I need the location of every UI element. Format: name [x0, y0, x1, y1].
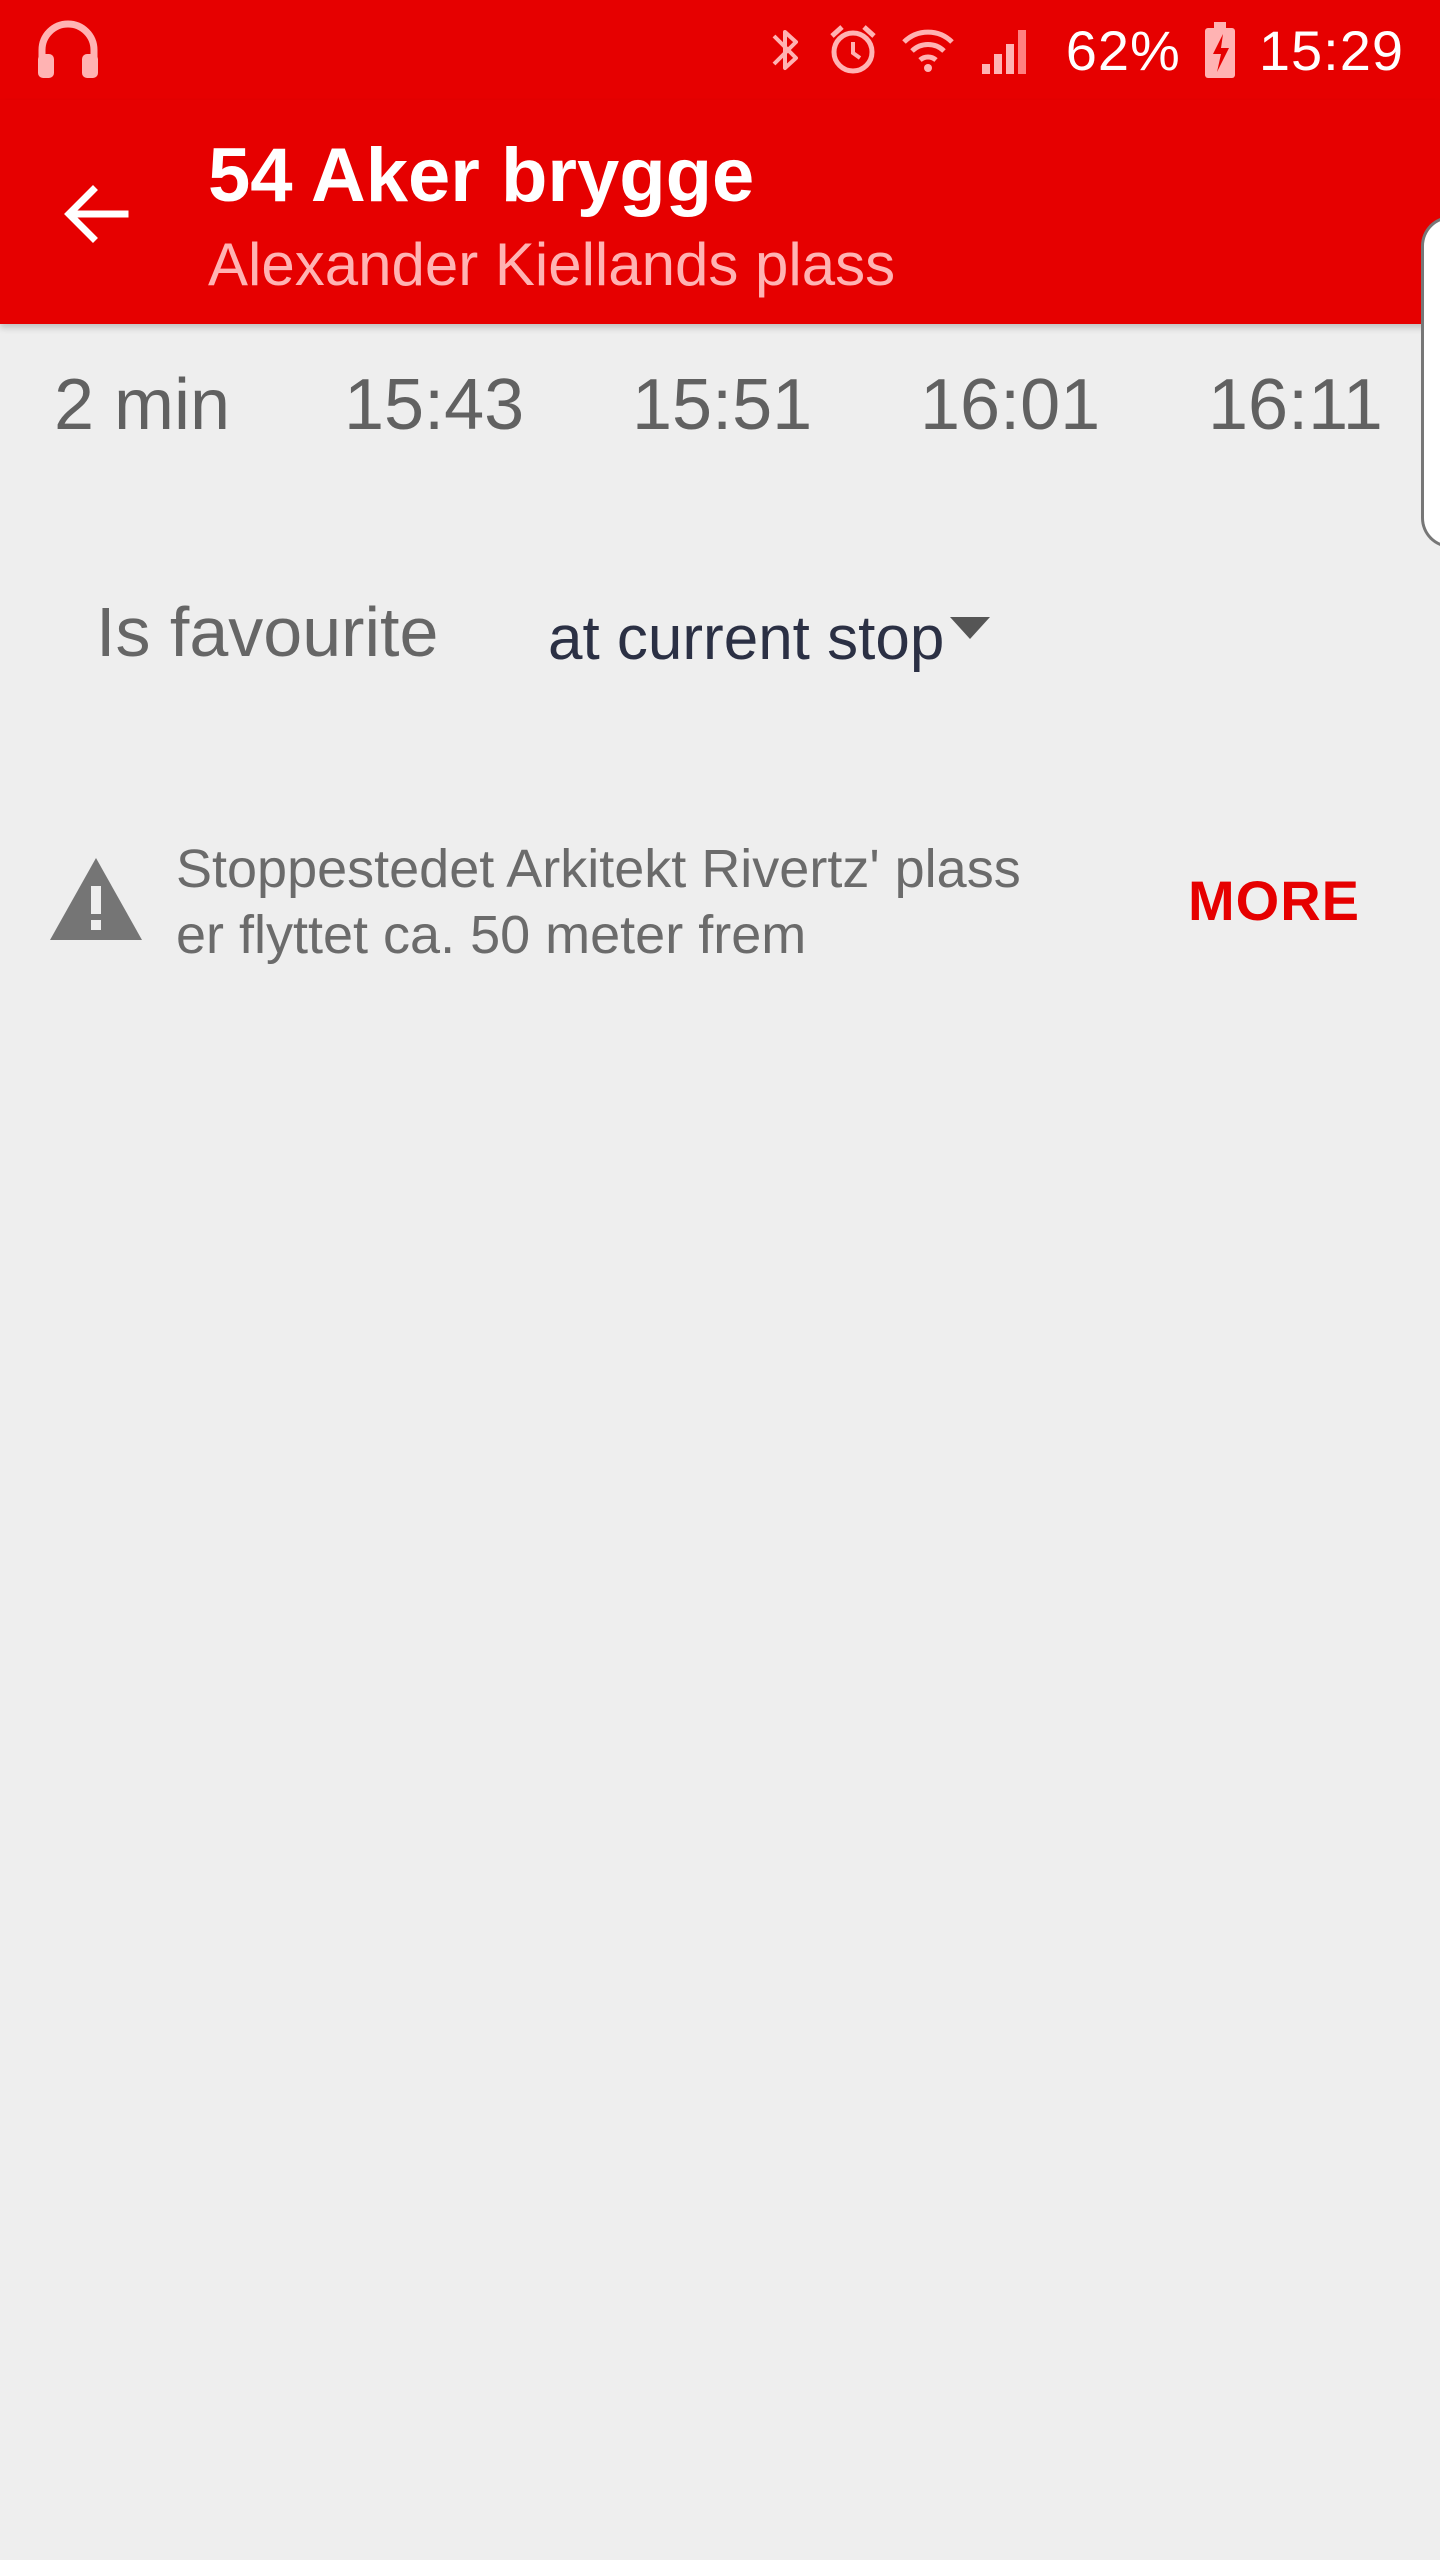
dropdown-arrow-icon — [950, 617, 991, 639]
back-button[interactable] — [48, 166, 144, 262]
bluetooth-icon — [766, 22, 806, 78]
edge-panel-handle[interactable] — [1421, 216, 1440, 548]
status-time: 15:29 — [1258, 18, 1404, 82]
page-subtitle: Alexander Kiellands plass — [208, 231, 896, 298]
notice-line: er flyttet ca. 50 meter frem — [176, 905, 807, 965]
notice-line: Stoppestedet Arkitekt Rivertz' plass — [176, 839, 1021, 899]
departure-times: 2 min 15:43 15:51 16:01 16:11 — [0, 324, 1400, 494]
signal-icon — [978, 22, 1034, 78]
departure-time: 15:51 — [632, 365, 813, 445]
battery-percent: 62% — [1065, 18, 1181, 82]
page-title: 54 Aker brygge — [208, 133, 755, 218]
departure-time: 16:01 — [920, 365, 1101, 445]
status-bar: 62% 15:29 — [0, 0, 1440, 100]
notice-text: Stoppestedet Arkitekt Rivertz' plass er … — [176, 836, 1116, 968]
departure-time: 16:11 — [1208, 365, 1383, 445]
app-bar: 54 Aker brygge Alexander Kiellands plass — [0, 100, 1440, 324]
warning-icon — [50, 858, 142, 940]
favourite-dropdown-value: at current stop — [548, 603, 945, 673]
departure-time: 2 min — [54, 365, 231, 445]
battery-charging-icon — [1203, 20, 1237, 80]
wifi-icon — [900, 22, 956, 78]
favourite-dropdown[interactable]: at current stop — [548, 598, 991, 678]
arrow-back-icon — [64, 185, 129, 243]
status-icons: 62% 15:29 — [744, 0, 1404, 100]
headphones-icon — [38, 20, 98, 78]
alarm-icon — [828, 22, 878, 78]
departure-time: 15:43 — [344, 365, 525, 445]
favourite-label: Is favourite — [96, 593, 439, 671]
more-button[interactable]: MORE — [1188, 868, 1360, 933]
